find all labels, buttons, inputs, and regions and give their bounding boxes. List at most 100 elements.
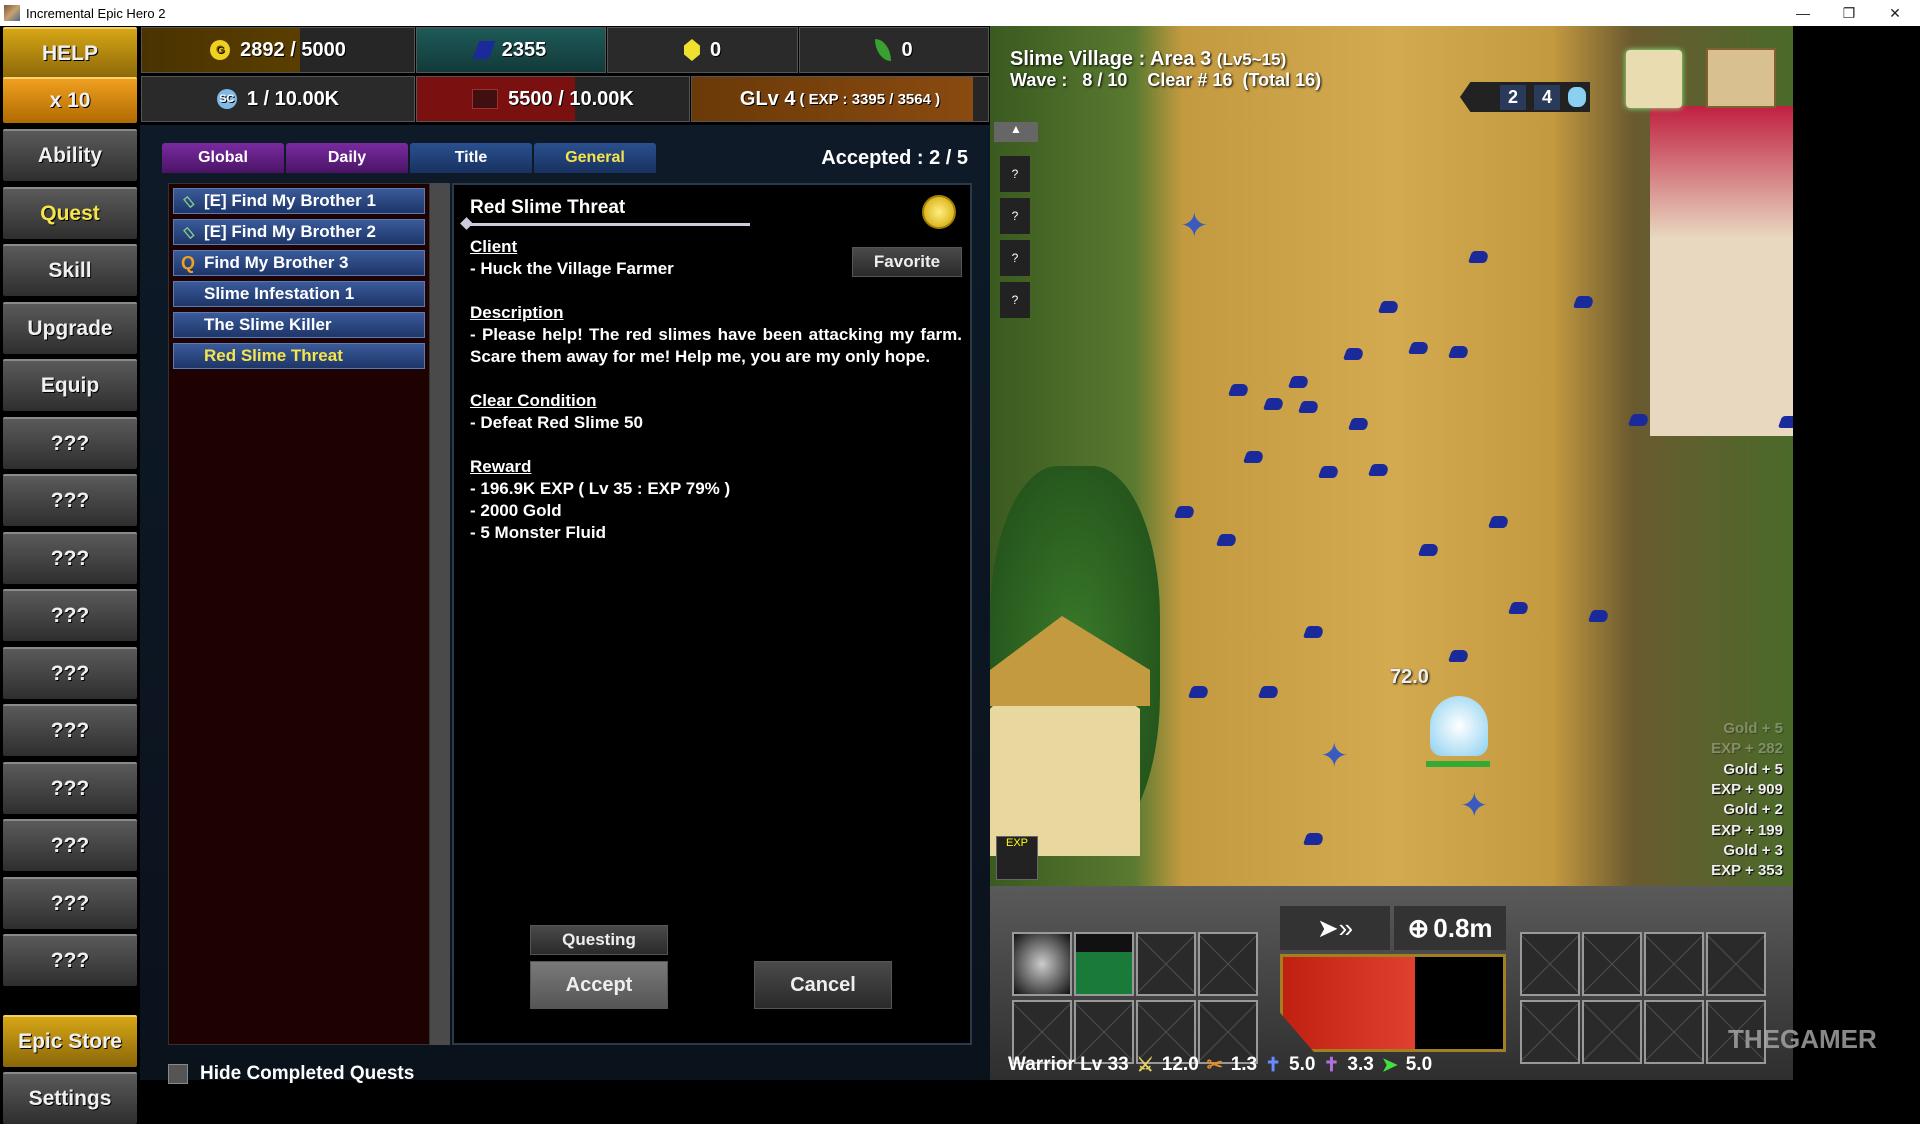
blue-slime-enemy [1342, 348, 1366, 360]
unknown-skill-button[interactable]: ? [1000, 156, 1030, 192]
quest-list-item[interactable]: [E] Find My Brother 1 ▯ [173, 188, 425, 214]
favorite-button[interactable]: Favorite [852, 247, 962, 277]
enemy-star-icon: ✦ [1320, 737, 1349, 775]
quest-list-scrollbar[interactable] [430, 183, 450, 1045]
empty-equipment-slot[interactable] [1582, 1000, 1642, 1064]
hero-panel: ➤» ⊕ 0.8m Warrior Lv 33 ⚔ 12.0 ✂ 1.3 ✝ 5.0 ✝… [990, 886, 1793, 1080]
sidebar-item-quest[interactable]: Quest [3, 186, 137, 239]
description-heading: Description [470, 303, 564, 322]
speed-count[interactable]: 4 [1533, 84, 1560, 110]
leaf-counter: 0 [799, 27, 989, 73]
equipped-weapon-slot[interactable] [1074, 932, 1134, 996]
defense-stat: 5.0 [1289, 1054, 1316, 1075]
sidebar-item-locked[interactable]: ??? [3, 934, 137, 986]
close-button[interactable]: ✕ [1872, 0, 1918, 26]
cancel-button[interactable]: Cancel [754, 961, 892, 1009]
sidebar-item-skill[interactable]: Skill [3, 244, 137, 296]
auto-move-icon[interactable]: ➤» [1280, 906, 1390, 950]
quest-list-item[interactable]: The Slime Killer [173, 312, 425, 338]
reward-heading: Reward [470, 457, 532, 476]
collapse-button[interactable]: ▲ [994, 122, 1038, 142]
speed-count[interactable]: 2 [1499, 84, 1526, 110]
blue-slime-enemy [1262, 398, 1286, 410]
checkbox[interactable] [168, 1064, 188, 1084]
quest-list: [E] Find My Brother 1 ▯ [E] Find My Brothe… [168, 183, 430, 1045]
sidebar-item-locked[interactable]: ??? [3, 704, 137, 756]
sidebar-item-locked[interactable]: ??? [3, 876, 137, 929]
sidebar-item-locked[interactable]: ??? [3, 416, 137, 469]
blue-slime-enemy [1627, 414, 1651, 426]
empty-equipment-slot[interactable] [1198, 932, 1258, 996]
empty-equipment-slot[interactable] [1644, 1000, 1704, 1064]
loot-log-entry: EXP + 909 [1711, 780, 1783, 798]
quest-item-label: Slime Infestation 1 [204, 284, 355, 303]
fluid-counter: 5500 / 10.00K [416, 76, 690, 122]
leaf-icon [875, 39, 892, 61]
help-button[interactable]: HELP [3, 27, 137, 79]
quest-list-item[interactable]: Find My Brother 3 Q [173, 250, 425, 276]
gold-value: 2892 / 5000 [240, 38, 346, 61]
multiplier-button[interactable]: x 10 [3, 77, 137, 123]
blue-slime-enemy [1242, 451, 1266, 463]
tab-daily[interactable]: Daily [286, 143, 408, 173]
blue-slime-enemy [1173, 506, 1197, 518]
sidebar-item-locked[interactable]: ??? [3, 646, 137, 699]
minimize-button[interactable]: — [1780, 0, 1826, 26]
move-speed-icon: ➤ [1381, 1055, 1398, 1076]
accept-button[interactable]: Accept [530, 961, 668, 1009]
blue-slime-enemy [1227, 384, 1251, 396]
empty-equipment-slot[interactable] [1520, 1000, 1580, 1064]
empty-equipment-slot[interactable] [1520, 932, 1580, 996]
sidebar-item-locked[interactable]: ??? [3, 531, 137, 584]
window-titlebar: Incremental Epic Hero 2 — ❐ ✕ [0, 0, 1920, 26]
game-field[interactable]: Slime Village : Area 3 (Lv5~15) Wave : 8… [990, 26, 1793, 1080]
sidebar-item-locked[interactable]: ??? [3, 819, 137, 871]
sidebar-item-upgrade[interactable]: Upgrade [3, 301, 137, 354]
unknown-skill-button[interactable]: ? [1000, 282, 1030, 318]
equipped-weapon-slot[interactable] [1012, 932, 1072, 996]
app-icon [4, 5, 20, 21]
scroll-icon[interactable] [1626, 50, 1682, 108]
magic-defense-icon: ✝ [1323, 1055, 1340, 1076]
loot-log-entry: EXP + 199 [1711, 821, 1783, 839]
sidebar-item-locked[interactable]: ??? [3, 761, 137, 814]
hide-completed-toggle[interactable]: Hide Completed Quests [168, 1063, 414, 1085]
sidebar-item-locked[interactable]: ??? [3, 474, 137, 526]
map-icon[interactable] [1706, 48, 1776, 108]
sidebar-item-ability[interactable]: Ability [3, 129, 137, 181]
clear-stamp-icon: ▯ [179, 223, 196, 241]
blue-slime-enemy [1347, 418, 1371, 430]
reward-line: - 196.9K EXP ( Lv 35 : EXP 79% ) [470, 479, 731, 498]
empty-equipment-slot[interactable] [1136, 932, 1196, 996]
sidebar-item-equip[interactable]: Equip [3, 359, 137, 411]
hero-hp-bar [1426, 761, 1490, 767]
empty-equipment-slot[interactable] [1706, 932, 1766, 996]
unknown-skill-button[interactable]: ? [1000, 240, 1030, 276]
quest-detail: Red Slime Threat Favorite Client - Huck … [452, 183, 972, 1045]
unknown-skill-button[interactable]: ? [1000, 198, 1030, 234]
area-name: Slime Village : Area 3 [1010, 48, 1212, 70]
yellow-crystal-counter: 0 [607, 27, 798, 73]
empty-equipment-slot[interactable] [1644, 932, 1704, 996]
attack-stat: 12.0 [1161, 1054, 1199, 1075]
quest-list-item[interactable]: Slime Infestation 1 [173, 281, 425, 307]
quest-list-item[interactable]: Red Slime Threat [173, 343, 425, 369]
clear-stamp-icon: ▯ [179, 192, 196, 210]
tab-general[interactable]: General [534, 143, 656, 173]
sidebar-item-locked[interactable]: ??? [3, 589, 137, 641]
blue-slime-enemy [1507, 602, 1531, 614]
range-indicator: ⊕ 0.8m [1394, 906, 1506, 950]
restore-button[interactable]: ❐ [1826, 0, 1872, 26]
hide-completed-label: Hide Completed Quests [200, 1063, 415, 1084]
magic-defense-stat: 3.3 [1347, 1054, 1374, 1075]
tab-title[interactable]: Title [410, 143, 532, 173]
speed-panel[interactable]: 2 4 [1460, 82, 1590, 112]
quest-list-item[interactable]: [E] Find My Brother 2 ▯ [173, 219, 425, 245]
epic-store-button[interactable]: Epic Store [3, 1015, 137, 1067]
exp-potion-icon[interactable]: EXP [996, 836, 1038, 880]
loot-log-entry: EXP + 353 [1711, 862, 1783, 880]
tab-global[interactable]: Global [162, 143, 284, 173]
slime-icon [1568, 87, 1586, 107]
empty-equipment-slot[interactable] [1582, 932, 1642, 996]
quest-item-label: [E] Find My Brother 1 [204, 191, 376, 210]
